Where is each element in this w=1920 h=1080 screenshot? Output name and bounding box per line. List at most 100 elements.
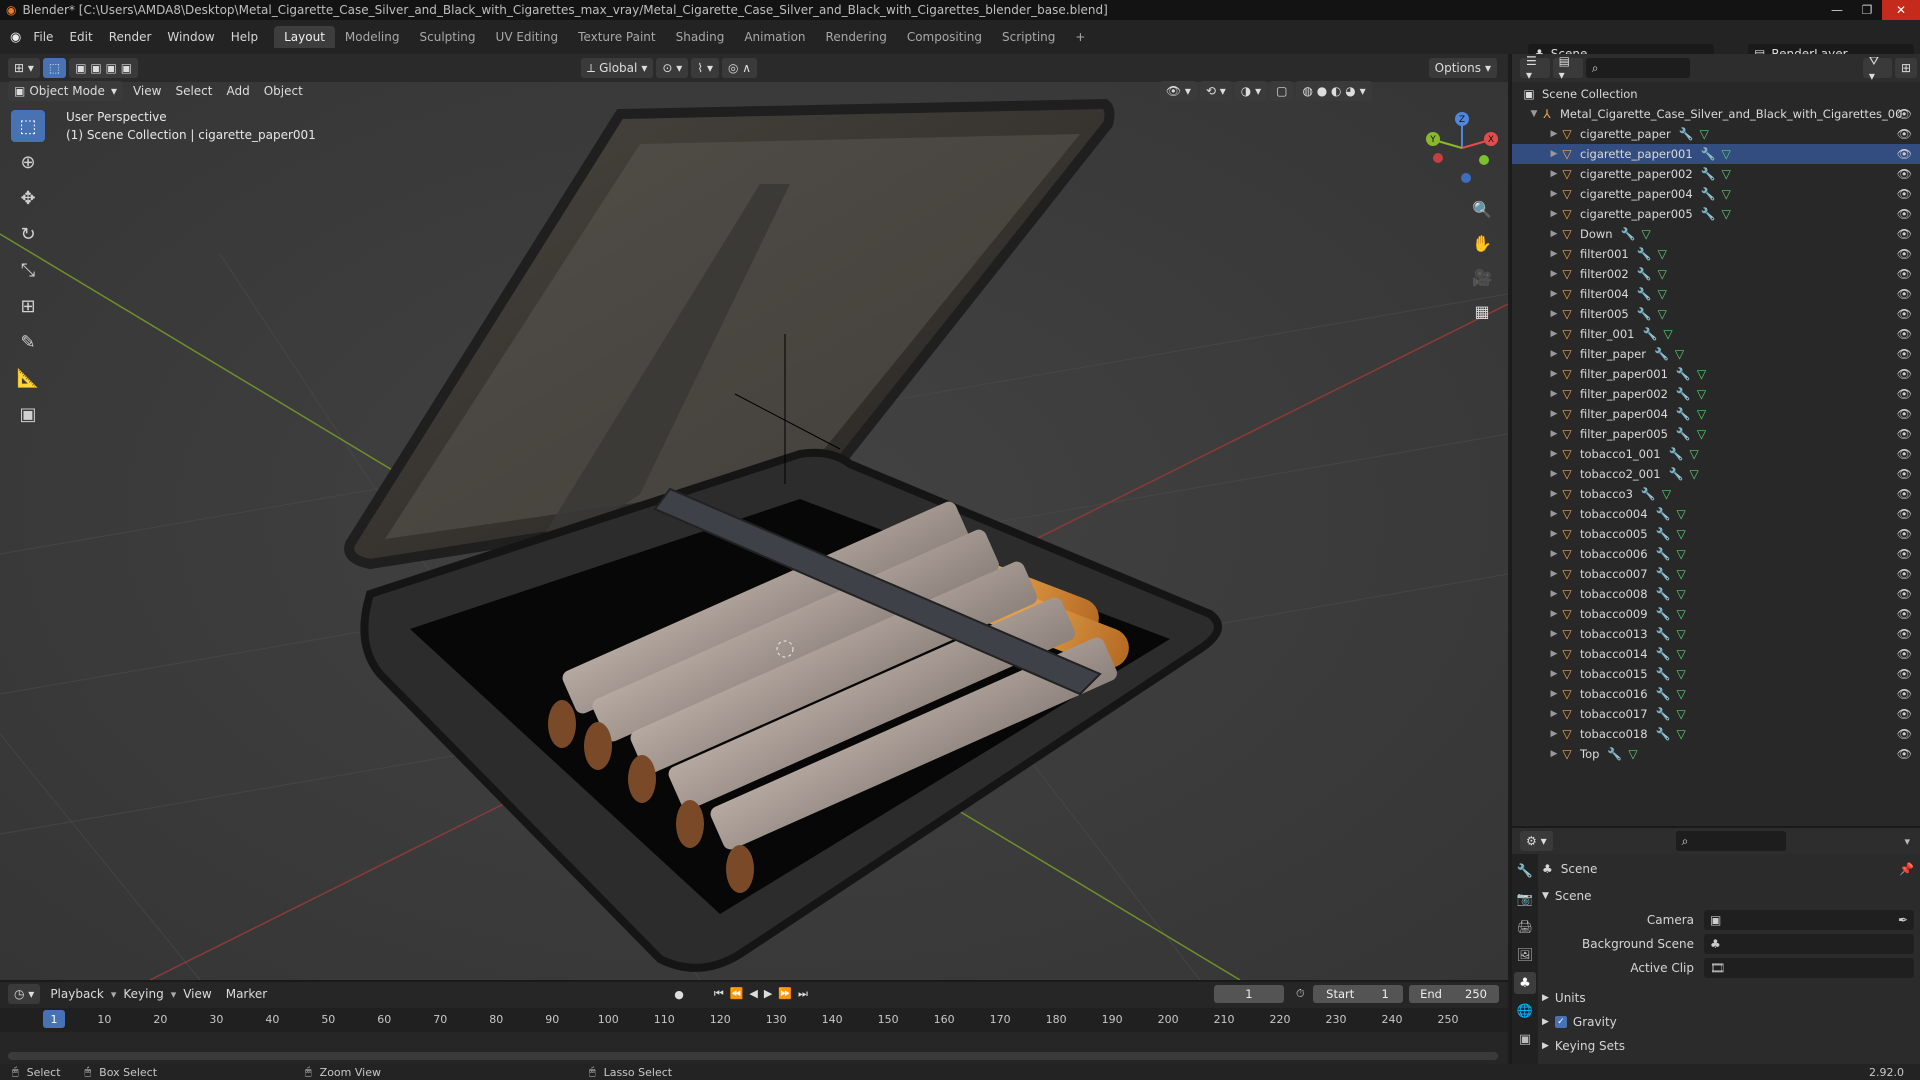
add-cube-icon[interactable]: ▣ xyxy=(11,398,45,430)
menu-window[interactable]: Window xyxy=(159,30,222,44)
expand-icon[interactable]: ▶ xyxy=(1548,309,1560,319)
outliner-item[interactable]: ▶ ▽ tobacco009 🔧▽ 👁 xyxy=(1512,604,1920,624)
proportional-edit-icon[interactable]: ◎ ∧ xyxy=(721,58,758,78)
eye-icon[interactable]: 👁 xyxy=(1897,747,1912,761)
scene-tab-icon[interactable]: ♣ xyxy=(1514,972,1536,994)
outliner-item[interactable]: ▶ ▽ filter_paper002 🔧▽ 👁 xyxy=(1512,384,1920,404)
expand-icon[interactable]: ▶ xyxy=(1548,249,1560,259)
outliner-item[interactable]: ▶ ▽ filter_paper005 🔧▽ 👁 xyxy=(1512,424,1920,444)
chevron-down-icon[interactable]: ▾ xyxy=(1904,835,1910,848)
selection-mode-icons[interactable]: ▣ ▣ ▣ ▣ xyxy=(69,58,139,78)
tab-shading[interactable]: Shading xyxy=(666,26,735,48)
eye-icon[interactable]: 👁 xyxy=(1897,647,1912,661)
eye-icon[interactable]: 👁 xyxy=(1897,427,1912,441)
expand-icon[interactable]: ▼ xyxy=(1528,109,1540,119)
expand-icon[interactable]: ▶ xyxy=(1548,229,1560,239)
close-icon[interactable]: ✕ xyxy=(1882,0,1920,20)
mode-dropdown[interactable]: ▣ Object Mode ▾ xyxy=(8,81,123,101)
transform-icon[interactable]: ⊞ xyxy=(11,290,45,322)
cursor-icon[interactable]: ⊕ xyxy=(11,146,45,178)
expand-icon[interactable]: ▶ xyxy=(1548,509,1560,519)
background-scene-field[interactable]: ♣ xyxy=(1704,934,1914,954)
gravity-panel-header[interactable]: ▶ ✓ Gravity xyxy=(1542,1010,1920,1034)
menu-add[interactable]: Add xyxy=(219,84,256,98)
menu-edit[interactable]: Edit xyxy=(61,30,100,44)
object-tab-icon[interactable]: ▣ xyxy=(1514,1028,1536,1050)
menu-object[interactable]: Object xyxy=(257,84,310,98)
eye-icon[interactable]: 👁 xyxy=(1897,227,1912,241)
outliner-item[interactable]: ▶ ▽ filter_paper 🔧▽ 👁 xyxy=(1512,344,1920,364)
outliner-item[interactable]: ▶ ▽ filter002 🔧▽ 👁 xyxy=(1512,264,1920,284)
properties-editor-icon[interactable]: ⚙ ▾ xyxy=(1520,831,1553,851)
editor-type-icon[interactable]: ⊞ ▾ xyxy=(8,58,40,78)
overlay-toggle-icon[interactable]: ◑ ▾ xyxy=(1234,81,1268,101)
outliner-item[interactable]: ▶ ▽ tobacco1_001 🔧▽ 👁 xyxy=(1512,444,1920,464)
expand-icon[interactable]: ▶ xyxy=(1548,569,1560,579)
expand-icon[interactable]: ▶ xyxy=(1548,129,1560,139)
visibility-icon[interactable]: 👁 ▾ xyxy=(1159,81,1197,101)
expand-icon[interactable]: ▶ xyxy=(1548,709,1560,719)
tab-compositing[interactable]: Compositing xyxy=(897,26,992,48)
shading-mode-icons[interactable]: ◍ ● ◐ ◕ ▾ xyxy=(1296,81,1372,101)
options-dropdown[interactable]: Options ▾ xyxy=(1428,58,1497,78)
eye-icon[interactable]: 👁 xyxy=(1897,607,1912,621)
expand-icon[interactable]: ▶ xyxy=(1548,209,1560,219)
tab-animation[interactable]: Animation xyxy=(734,26,815,48)
tab-uv-editing[interactable]: UV Editing xyxy=(486,26,569,48)
outliner-item[interactable]: ▶ ▽ tobacco3 🔧▽ 👁 xyxy=(1512,484,1920,504)
select-tool-icon[interactable]: ⬚ xyxy=(42,58,67,78)
eye-icon[interactable]: 👁 xyxy=(1897,627,1912,641)
eye-icon[interactable]: 👁 xyxy=(1897,107,1912,121)
eye-icon[interactable]: 👁 xyxy=(1897,387,1912,401)
timeline-scrollbar[interactable] xyxy=(8,1052,1498,1060)
outliner-item[interactable]: ▶ ▽ filter_paper001 🔧▽ 👁 xyxy=(1512,364,1920,384)
menu-playback[interactable]: Playback xyxy=(43,987,111,1001)
playback-controls[interactable]: ⏮⏪◀▶⏩⏭ xyxy=(714,987,814,1001)
blender-menu-icon[interactable]: ◉ xyxy=(10,30,21,45)
output-tab-icon[interactable]: 🖨 xyxy=(1514,916,1536,938)
expand-icon[interactable]: ▶ xyxy=(1548,489,1560,499)
expand-icon[interactable]: ▶ xyxy=(1548,429,1560,439)
scene-collection-row[interactable]: ▣ Scene Collection xyxy=(1512,84,1920,104)
eye-icon[interactable]: 👁 xyxy=(1897,587,1912,601)
expand-icon[interactable]: ▶ xyxy=(1548,669,1560,679)
tab-texture-paint[interactable]: Texture Paint xyxy=(568,26,665,48)
tab-scripting[interactable]: Scripting xyxy=(992,26,1065,48)
outliner-item[interactable]: ▶ ▽ tobacco014 🔧▽ 👁 xyxy=(1512,644,1920,664)
record-icon[interactable]: ● xyxy=(674,988,684,1001)
tab-modeling[interactable]: Modeling xyxy=(335,26,410,48)
expand-icon[interactable]: ▶ xyxy=(1548,649,1560,659)
collection-row[interactable]: ▼ ⅄ Metal_Cigarette_Case_Silver_and_Blac… xyxy=(1512,104,1920,124)
pivot-point-icon[interactable]: ⊙ ▾ xyxy=(656,58,689,78)
scene-panel-header[interactable]: ▼ Scene xyxy=(1542,884,1920,908)
units-panel-header[interactable]: ▶ Units xyxy=(1542,986,1920,1010)
minimize-icon[interactable]: — xyxy=(1822,0,1852,20)
outliner-item[interactable]: ▶ ▽ Top 🔧▽ 👁 xyxy=(1512,744,1920,764)
eye-icon[interactable]: 👁 xyxy=(1897,467,1912,481)
outliner-item[interactable]: ▶ ▽ filter_paper004 🔧▽ 👁 xyxy=(1512,404,1920,424)
eye-icon[interactable]: 👁 xyxy=(1897,127,1912,141)
eye-icon[interactable]: 👁 xyxy=(1897,687,1912,701)
camera-field[interactable]: ▣ ✒ xyxy=(1704,910,1914,930)
add-workspace-icon[interactable]: + xyxy=(1065,26,1095,48)
outliner-search-input[interactable]: ⌕ xyxy=(1585,58,1690,78)
outliner-item[interactable]: ▶ ▽ tobacco017 🔧▽ 👁 xyxy=(1512,704,1920,724)
outliner-item[interactable]: ▶ ▽ filter001 🔧▽ 👁 xyxy=(1512,244,1920,264)
eye-icon[interactable]: 👁 xyxy=(1897,347,1912,361)
tab-sculpting[interactable]: Sculpting xyxy=(410,26,486,48)
outliner-item[interactable]: ▶ ▽ cigarette_paper005 🔧▽ 👁 xyxy=(1512,204,1920,224)
active-clip-field[interactable]: 🎞 xyxy=(1704,958,1914,978)
end-frame-field[interactable]: End 250 xyxy=(1408,985,1499,1003)
expand-icon[interactable]: ▶ xyxy=(1548,329,1560,339)
new-collection-icon[interactable]: ⊞ xyxy=(1894,58,1917,78)
select-box-icon[interactable]: ⬚ xyxy=(11,110,45,142)
transform-orientation-dropdown[interactable]: ⟂ Global ▾ xyxy=(581,58,654,78)
measure-icon[interactable]: 📐 xyxy=(11,362,45,394)
expand-icon[interactable]: ▶ xyxy=(1548,409,1560,419)
eye-icon[interactable]: 👁 xyxy=(1897,287,1912,301)
outliner-item[interactable]: ▶ ▽ Down 🔧▽ 👁 xyxy=(1512,224,1920,244)
eye-icon[interactable]: 👁 xyxy=(1897,327,1912,341)
menu-view[interactable]: View xyxy=(176,987,218,1001)
outliner-item[interactable]: ▶ ▽ tobacco007 🔧▽ 👁 xyxy=(1512,564,1920,584)
outliner-item[interactable]: ▶ ▽ cigarette_paper 🔧▽ 👁 xyxy=(1512,124,1920,144)
